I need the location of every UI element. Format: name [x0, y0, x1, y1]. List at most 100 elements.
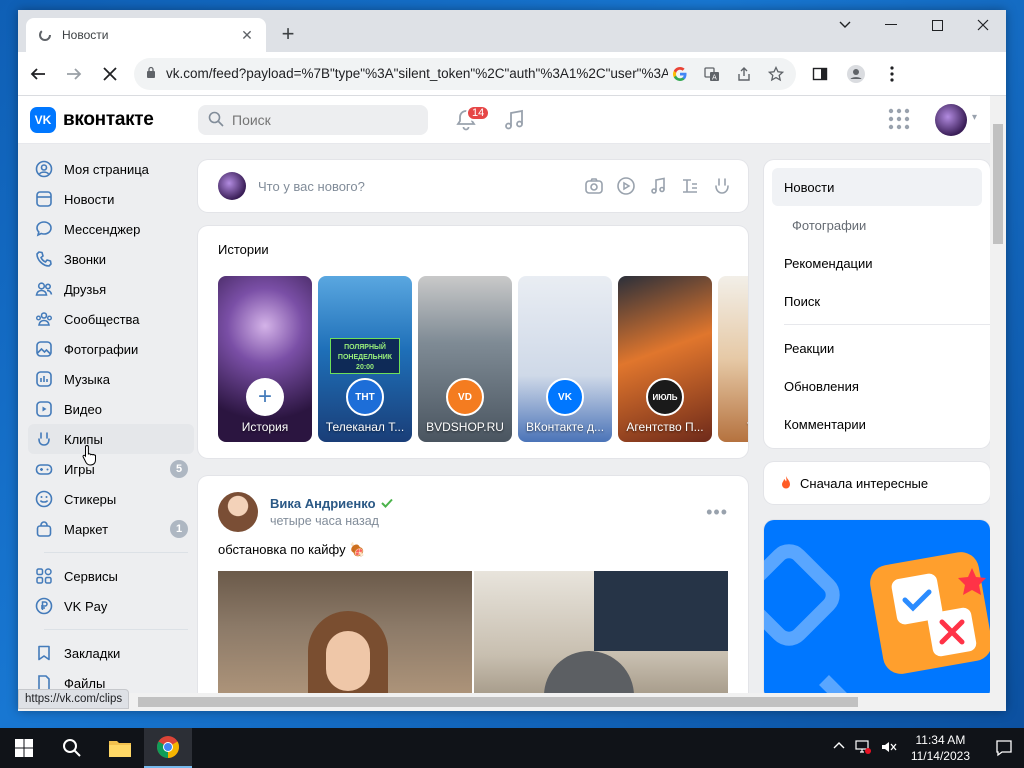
vertical-scrollbar[interactable]: [990, 96, 1006, 693]
story-item[interactable]: VK ВКонтакте д...: [518, 276, 612, 442]
user-avatar[interactable]: [935, 104, 967, 136]
chevron-up-icon[interactable]: [833, 740, 845, 757]
tab-news[interactable]: Новости ✕: [26, 18, 266, 52]
new-tab-button[interactable]: +: [276, 22, 300, 46]
side-panel-icon[interactable]: [804, 58, 836, 90]
address-bar[interactable]: vk.com/feed?payload=%7B"type"%3A"silent_…: [134, 57, 796, 90]
minimize-icon[interactable]: [868, 10, 914, 40]
windows-start-icon[interactable]: [0, 728, 48, 768]
photo-icon: [34, 339, 54, 359]
nav-divider: [44, 552, 188, 553]
nav-item-communities[interactable]: Сообщества: [28, 304, 194, 334]
nav-item-friends[interactable]: Друзья: [28, 274, 194, 304]
nav-item-market[interactable]: Маркет 1: [28, 514, 194, 544]
nav-item-games[interactable]: Игры 5: [28, 454, 194, 484]
clip-icon[interactable]: [712, 176, 732, 196]
nav-item-messenger[interactable]: Мессенджер: [28, 214, 194, 244]
share-icon[interactable]: [732, 62, 756, 86]
vertical-scroll-thumb[interactable]: [993, 124, 1003, 244]
mouse-cursor-hand-icon: [82, 444, 98, 469]
tab-search-chevron-icon[interactable]: [822, 10, 868, 40]
maximize-icon[interactable]: [914, 10, 960, 40]
horizontal-scroll-thumb[interactable]: [138, 697, 858, 707]
more-options-icon[interactable]: •••: [706, 502, 728, 523]
volume-muted-icon[interactable]: [881, 740, 897, 757]
search-input[interactable]: [232, 112, 412, 128]
story-item[interactable]: ИЮЛЬ Агентство П...: [618, 276, 712, 442]
games-count-badge: 5: [170, 460, 188, 478]
translate-icon[interactable]: A: [700, 62, 724, 86]
filter-news[interactable]: Новости: [772, 168, 982, 206]
vk-search[interactable]: [198, 105, 428, 135]
svg-text:A: A: [712, 73, 717, 81]
video-play-icon: [34, 399, 54, 419]
vk-logo-icon: VK: [30, 107, 56, 133]
story-item[interactable]: VD BVDSHOP.RU: [418, 276, 512, 442]
back-arrow-icon[interactable]: [22, 58, 54, 90]
nav-item-news[interactable]: Новости: [28, 184, 194, 214]
feed-post: Вика Андриенко четыре часа назад ••• обс…: [198, 476, 748, 693]
story-item[interactable]: Теле...: [718, 276, 748, 442]
music-note-icon[interactable]: [502, 108, 526, 132]
filter-search[interactable]: Поиск: [764, 282, 990, 320]
chrome-icon[interactable]: [144, 728, 192, 768]
post-composer[interactable]: Что у вас нового?: [198, 160, 748, 212]
search-icon[interactable]: [48, 728, 96, 768]
clock-date: 11/14/2023: [910, 749, 970, 763]
search-icon: [208, 111, 224, 130]
post-photo[interactable]: [218, 571, 472, 693]
add-story-icon[interactable]: +: [246, 378, 284, 416]
profile-icon[interactable]: [840, 58, 872, 90]
filter-updates[interactable]: Обновления: [764, 367, 990, 405]
music-icon[interactable]: [648, 176, 668, 196]
filter-photos[interactable]: Фотографии: [764, 206, 990, 244]
nav-item-calls[interactable]: Звонки: [28, 244, 194, 274]
url-text[interactable]: vk.com/feed?payload=%7B"type"%3A"silent_…: [166, 66, 668, 81]
nav-item-music[interactable]: Музыка: [28, 364, 194, 394]
file-explorer-icon[interactable]: [96, 728, 144, 768]
filter-recommendations[interactable]: Рекомендации: [764, 244, 990, 282]
tab-close-icon[interactable]: ✕: [238, 26, 256, 44]
gamepad-icon: [34, 459, 54, 479]
filter-comments[interactable]: Комментарии: [764, 405, 990, 443]
post-author-avatar[interactable]: [218, 492, 258, 532]
network-icon[interactable]: [855, 739, 871, 757]
bookmark-star-icon[interactable]: [764, 62, 788, 86]
nav-item-stickers[interactable]: Стикеры: [28, 484, 194, 514]
post-time[interactable]: четыре часа назад: [270, 514, 393, 528]
nav-item-video[interactable]: Видео: [28, 394, 194, 424]
story-item[interactable]: ПОЛЯРНЫЙ ПОНЕДЕЛЬНИК 20:00 ТНТ Телеканал Т…: [318, 276, 412, 442]
google-icon[interactable]: [668, 62, 692, 86]
chevron-down-icon[interactable]: ▾: [972, 112, 977, 123]
post-author-name[interactable]: Вика Андриенко: [270, 496, 393, 511]
forward-arrow-icon[interactable]: [58, 58, 90, 90]
nav-item-clips[interactable]: Клипы: [28, 424, 194, 454]
taskbar-clock[interactable]: 11:34 AM 11/14/2023: [911, 732, 970, 764]
apps-grid-icon[interactable]: [888, 108, 912, 132]
filter-reactions[interactable]: Реакции: [764, 329, 990, 367]
lock-icon[interactable]: [146, 66, 156, 81]
camera-icon[interactable]: [584, 176, 604, 196]
article-icon[interactable]: [680, 176, 700, 196]
horizontal-scrollbar[interactable]: [18, 693, 1006, 711]
vk-page: VK вконтакте 14 ▾: [18, 96, 990, 693]
video-icon[interactable]: [616, 176, 636, 196]
friends-icon: [34, 279, 54, 299]
stop-loading-icon[interactable]: [94, 58, 126, 90]
vk-logo[interactable]: VK вконтакте: [30, 107, 154, 133]
post-photo[interactable]: [474, 571, 728, 693]
close-window-icon[interactable]: [960, 10, 1006, 40]
services-grid-icon: [34, 566, 54, 586]
story-item[interactable]: + История: [218, 276, 312, 442]
promo-banner[interactable]: [764, 520, 990, 693]
nav-item-bookmarks[interactable]: Закладки: [28, 638, 194, 668]
composer-placeholder[interactable]: Что у вас нового?: [258, 179, 584, 194]
nav-item-photos[interactable]: Фотографии: [28, 334, 194, 364]
sort-toggle[interactable]: Сначала интересные: [764, 462, 990, 504]
nav-item-services[interactable]: Сервисы: [28, 561, 194, 591]
nav-item-vk-pay[interactable]: VK Pay: [28, 591, 194, 621]
menu-dots-icon[interactable]: [876, 58, 908, 90]
notification-center-icon[interactable]: [984, 728, 1024, 768]
windows-taskbar: 11:34 AM 11/14/2023: [0, 728, 1024, 768]
nav-item-my-page[interactable]: Моя страница: [28, 154, 194, 184]
